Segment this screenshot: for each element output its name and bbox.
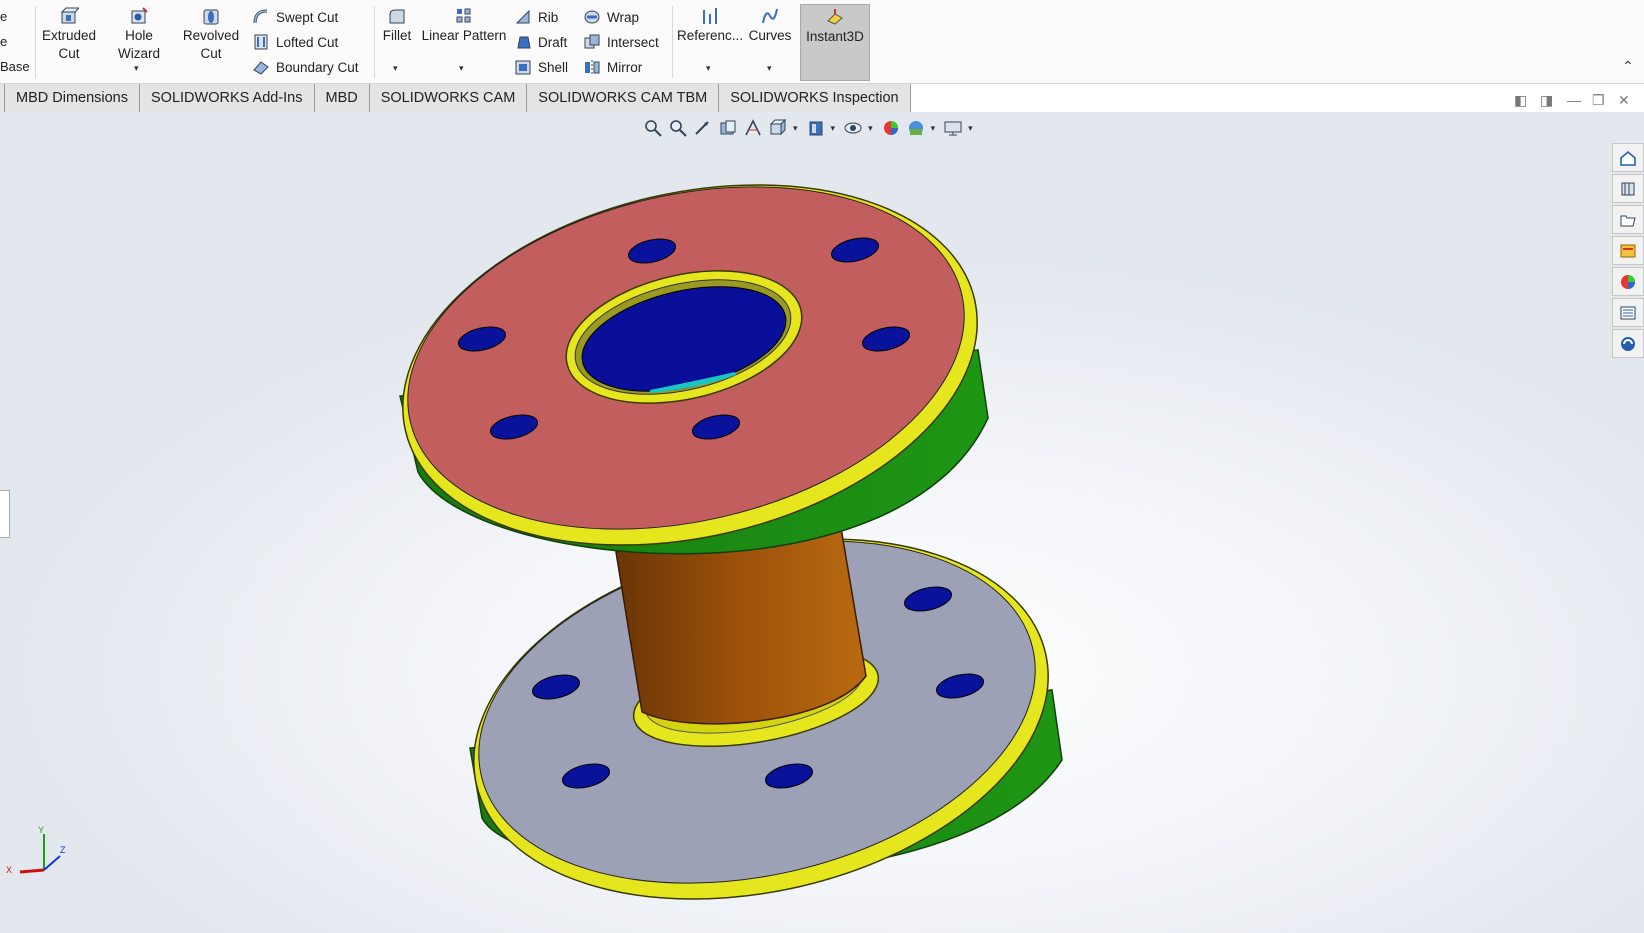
mirror-label: Mirror <box>607 59 643 75</box>
linear-pattern-label: Linear Pattern <box>421 28 507 43</box>
curves-icon <box>762 8 778 24</box>
clipped-label-1: e <box>0 9 8 24</box>
swept-cut-icon <box>253 9 268 24</box>
triad-x-label: X <box>6 865 12 875</box>
restore-icon[interactable]: ❐ <box>1592 92 1605 109</box>
close-icon[interactable]: ✕ <box>1618 92 1630 109</box>
fillet-label: Fillet <box>382 28 412 43</box>
clipped-label-2: e <box>0 34 8 49</box>
draft-button[interactable]: Draft <box>514 31 567 53</box>
upper-flange[interactable] <box>367 132 1013 599</box>
shell-icon <box>515 60 531 75</box>
intersect-label: Intersect <box>607 34 659 50</box>
curves-label: Curves <box>748 28 792 43</box>
linear-pattern-button[interactable]: Linear Pattern <box>420 6 508 45</box>
triad-y-label: Y <box>38 825 44 835</box>
tab-solidworks-inspection[interactable]: SOLIDWORKS Inspection <box>719 84 911 112</box>
tile-right-icon[interactable]: ◨ <box>1540 92 1553 109</box>
lofted-cut-icon <box>254 34 268 50</box>
boundary-cut-icon <box>253 61 269 75</box>
fillet-button[interactable]: Fillet <box>380 6 414 45</box>
collapse-ribbon-icon[interactable]: ⌃ <box>1622 58 1634 75</box>
hole-wizard-label: Hole Wizard <box>117 28 160 61</box>
curves-dropdown-icon[interactable]: ▾ <box>767 63 772 74</box>
boundary-cut-label: Boundary Cut <box>276 59 359 75</box>
shell-label: Shell <box>538 59 569 75</box>
rib-button[interactable]: Rib <box>514 6 558 28</box>
linear-pattern-dropdown-icon[interactable]: ▾ <box>459 63 464 74</box>
draft-icon <box>517 36 531 49</box>
mirror-icon <box>585 60 600 74</box>
clipped-label-3: Base <box>0 59 30 74</box>
extruded-cut-label: Extruded Cut <box>41 28 97 61</box>
instant3d-icon <box>827 9 843 25</box>
separator <box>35 6 36 78</box>
reference-geometry-label: Referenc... <box>676 28 744 43</box>
intersect-button[interactable]: Intersect <box>583 31 659 53</box>
curves-button[interactable]: Curves <box>748 6 792 45</box>
tile-left-icon[interactable]: ◧ <box>1514 92 1527 109</box>
tab-solidworks-add-ins[interactable]: SOLIDWORKS Add-Ins <box>140 84 315 112</box>
mirror-button[interactable]: Mirror <box>583 56 642 78</box>
tab-mbd-dimensions[interactable]: MBD Dimensions <box>5 84 140 112</box>
wrap-label: Wrap <box>607 9 640 25</box>
reference-geometry-button[interactable]: Referenc... <box>676 6 744 45</box>
rib-icon <box>515 9 530 24</box>
tab-solidworks-cam[interactable]: SOLIDWORKS CAM <box>369 84 528 112</box>
hole-wizard-icon <box>131 7 148 24</box>
triad-z-label: Z <box>60 845 66 855</box>
reference-geometry-icon <box>703 8 717 24</box>
instant3d-button[interactable]: Instant3D <box>800 4 870 81</box>
intersect-icon <box>584 34 600 49</box>
hole-wizard-button[interactable]: Hole Wizard <box>103 6 175 63</box>
fillet-icon <box>389 9 405 24</box>
command-manager-ribbon: e e Base Extruded Cut Hole Wizard ▾ Revo… <box>0 0 1644 84</box>
swept-cut-label: Swept Cut <box>276 9 339 25</box>
extruded-cut-icon <box>60 7 79 24</box>
minimize-icon[interactable]: — <box>1567 92 1581 108</box>
tab-solidworks-cam-tbm[interactable]: SOLIDWORKS CAM TBM <box>527 84 720 112</box>
rib-label: Rib <box>538 9 559 25</box>
extruded-cut-button[interactable]: Extruded Cut <box>41 6 97 63</box>
reference-triad: Y X Z <box>6 825 66 875</box>
command-manager-tabs: MBD Dimensions SOLIDWORKS Add-Ins MBD SO… <box>0 84 911 112</box>
separator <box>672 6 673 78</box>
instant3d-inner: Instant3D <box>804 7 866 46</box>
model-viewport[interactable]: Y X Z <box>0 112 1644 933</box>
separator <box>374 6 375 78</box>
wrap-icon <box>584 10 600 24</box>
reference-dropdown-icon[interactable]: ▾ <box>706 63 711 74</box>
linear-pattern-icon <box>456 8 471 23</box>
instant3d-label: Instant3D <box>806 29 864 44</box>
draft-label: Draft <box>538 34 568 50</box>
revolved-cut-button[interactable]: Revolved Cut <box>183 6 239 63</box>
boundary-cut-button[interactable]: Boundary Cut <box>252 56 359 78</box>
hole-wizard-dropdown-icon[interactable]: ▾ <box>134 63 139 74</box>
tab-mbd[interactable]: MBD <box>314 84 370 112</box>
wrap-button[interactable]: Wrap <box>583 6 639 28</box>
revolved-cut-label: Revolved Cut <box>182 28 240 61</box>
fillet-dropdown-icon[interactable]: ▾ <box>393 63 398 74</box>
shell-button[interactable]: Shell <box>514 56 568 78</box>
revolved-cut-icon <box>203 9 219 25</box>
lofted-cut-button[interactable]: Lofted Cut <box>252 31 338 53</box>
lofted-cut-label: Lofted Cut <box>276 34 339 50</box>
swept-cut-button[interactable]: Swept Cut <box>252 6 338 28</box>
